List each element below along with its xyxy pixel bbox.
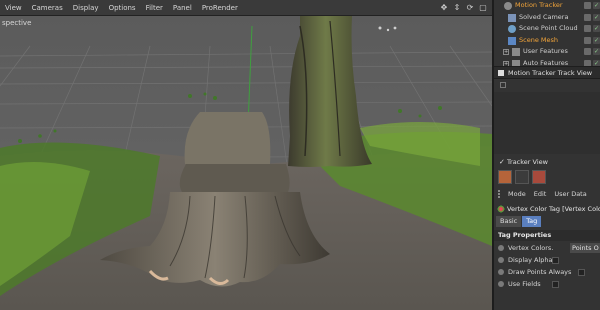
tab-tag[interactable]: Tag (522, 216, 542, 227)
visibility-flag[interactable] (584, 48, 591, 55)
viewport-menubar: View Cameras Display Options Filter Pane… (0, 0, 492, 16)
check-icon: ✓ (499, 158, 505, 166)
am-menu-user-data[interactable]: User Data (554, 190, 586, 198)
features-icon (512, 48, 520, 56)
attribute-manager-menu: Mode Edit User Data (494, 188, 600, 200)
mesh-icon (508, 36, 516, 45)
enable-check-icon[interactable]: ✓ (593, 13, 600, 21)
track-view-checkbox[interactable] (500, 82, 506, 88)
zoom-view-icon[interactable]: ⇕ (452, 2, 462, 13)
tag-properties-heading: Tag Properties (494, 230, 600, 241)
panel-toggle-icon[interactable] (498, 70, 504, 76)
viewport-menu-cameras[interactable]: Cameras (27, 0, 68, 16)
am-menu-edit[interactable]: Edit (534, 190, 547, 198)
track-view-title: Motion Tracker Track View (508, 69, 593, 77)
enable-check-icon[interactable]: ✓ (593, 25, 600, 32)
object-item-solved-camera[interactable]: Solved Camera ✓ (494, 12, 600, 24)
keyframe-dot-icon[interactable] (498, 281, 504, 287)
point-cloud-icon (508, 25, 516, 33)
visibility-flag[interactable] (584, 25, 591, 32)
viewport-menu-filter[interactable]: Filter (141, 0, 168, 16)
camera-icon (508, 13, 516, 22)
tracker-tag-icon[interactable] (498, 170, 512, 184)
rotate-view-icon[interactable]: ⟳ (465, 2, 475, 13)
viewport[interactable]: View Cameras Display Options Filter Pane… (0, 0, 492, 310)
tracker-view-toggle[interactable]: ✓ Tracker View (494, 157, 600, 168)
vertex-color-tag-icon[interactable] (532, 170, 546, 184)
viewport-nav-icons: ✥ ⇕ ⟳ ▢ (439, 2, 488, 13)
grip-icon (498, 190, 504, 198)
object-item-label: Scene Point Cloud (519, 24, 578, 32)
enable-check-icon[interactable]: ✓ (593, 48, 600, 55)
display-alpha-checkbox[interactable] (552, 257, 559, 264)
tab-basic[interactable]: Basic (496, 216, 522, 227)
grid-tag-icon[interactable] (515, 170, 529, 184)
visibility-flag[interactable] (584, 36, 591, 44)
object-tree: Motion Tracker ✓ Solved Camera ✓ Scene P… (494, 0, 600, 69)
vertex-color-icon (497, 205, 505, 213)
tag-title-text: Vertex Color Tag [Vertex Colo (507, 205, 600, 213)
object-item-user-features[interactable]: + User Features ✓ (494, 46, 600, 58)
object-item-scene-mesh[interactable]: Scene Mesh ✓ (494, 35, 600, 47)
use-fields-checkbox[interactable] (552, 281, 559, 288)
move-view-icon[interactable]: ✥ (439, 2, 449, 13)
property-label: Display Alpha. (508, 256, 555, 264)
viewport-menu-prorender[interactable]: ProRender (197, 0, 243, 16)
keyframe-dot-icon[interactable] (498, 257, 504, 263)
maximize-view-icon[interactable]: ▢ (478, 2, 488, 13)
track-view-area[interactable] (494, 92, 600, 154)
visibility-flag[interactable] (584, 13, 591, 21)
vertex-colors-field[interactable]: Points O (570, 243, 600, 253)
enable-check-icon[interactable]: ✓ (593, 2, 600, 9)
track-view-header: Motion Tracker Track View (494, 66, 600, 79)
viewport-menu-panel[interactable]: Panel (168, 0, 197, 16)
object-item-scene-point-cloud[interactable]: Scene Point Cloud ✓ (494, 23, 600, 35)
property-label: Vertex Colors. (508, 244, 554, 252)
tag-toolbar (498, 170, 546, 184)
tag-title: Vertex Color Tag [Vertex Colo (494, 203, 600, 215)
am-menu-mode[interactable]: Mode (508, 190, 526, 198)
motion-tracker-icon (504, 2, 512, 10)
property-vertex-colors: Vertex Colors. Points O (494, 242, 600, 254)
object-item-label: Solved Camera (519, 12, 569, 21)
property-label: Use Fields (508, 280, 541, 288)
object-item-label: Motion Tracker (515, 1, 563, 9)
viewport-menu-view[interactable]: View (0, 0, 27, 16)
tab-bar: Basic Tag (494, 216, 600, 227)
draw-points-checkbox[interactable] (578, 269, 585, 276)
stump-back (184, 112, 271, 164)
expand-icon[interactable]: + (503, 49, 509, 55)
property-use-fields: Use Fields (494, 278, 600, 290)
property-display-alpha: Display Alpha. (494, 254, 600, 266)
viewport-camera-label: spective (2, 19, 32, 27)
viewport-menu-options[interactable]: Options (104, 0, 141, 16)
object-item-motion-tracker[interactable]: Motion Tracker ✓ (494, 0, 600, 12)
tracker-view-label: Tracker View (507, 158, 548, 166)
object-item-label: Scene Mesh (519, 35, 558, 44)
keyframe-dot-icon[interactable] (498, 269, 504, 275)
keyframe-dot-icon[interactable] (498, 245, 504, 251)
property-draw-points-always: Draw Points Always (494, 266, 600, 278)
object-item-label: User Features (523, 47, 568, 55)
scene-render[interactable] (0, 16, 492, 310)
property-label: Draw Points Always (508, 268, 572, 276)
viewport-menu-display[interactable]: Display (68, 0, 104, 16)
enable-check-icon[interactable]: ✓ (593, 36, 600, 44)
right-panel: Motion Tracker ✓ Solved Camera ✓ Scene P… (492, 0, 600, 310)
visibility-flag[interactable] (584, 2, 591, 9)
